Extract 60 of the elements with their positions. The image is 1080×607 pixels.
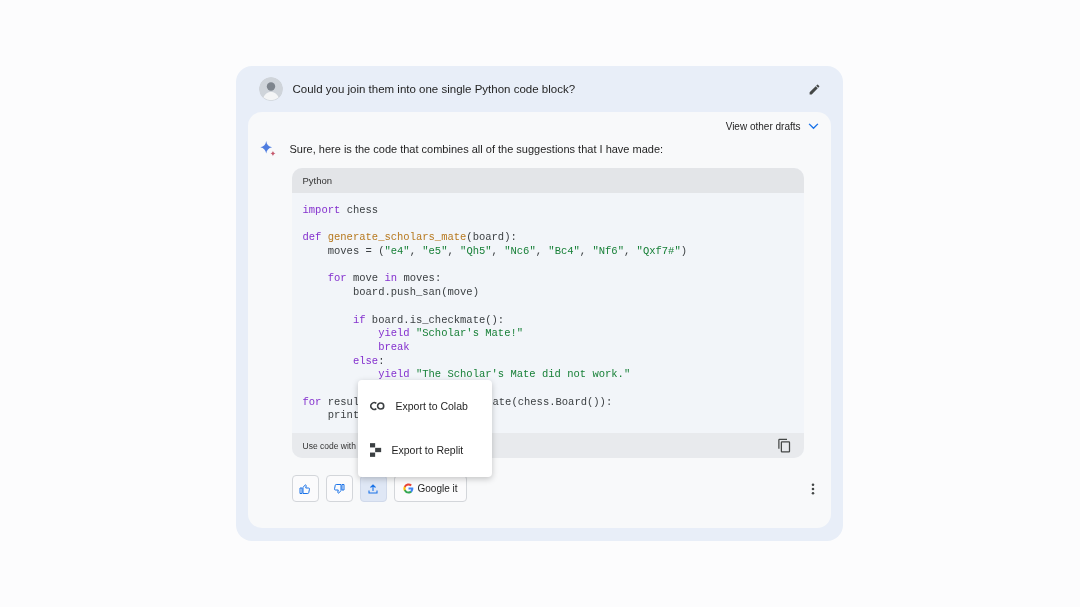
code-text: (board):: [466, 231, 517, 244]
edit-pencil-icon[interactable]: [807, 82, 821, 96]
code-keyword: for: [302, 395, 322, 408]
code-keyword: import: [302, 204, 341, 216]
code-keyword: def: [302, 231, 322, 244]
code-text: resul: [327, 395, 360, 408]
response-text: Sure, here is the code that combines all of the suggestions that I have made:: [289, 143, 664, 155]
double-ring-icon: [369, 400, 386, 411]
thumbs-down-icon: [333, 482, 345, 495]
code-text: board.is_checkmate():: [371, 313, 505, 326]
code-keyword: yield: [378, 368, 410, 381]
export-menu-item[interactable]: Export to Replit: [357, 437, 492, 464]
code-string: "Scholar's Mate!": [415, 327, 524, 340]
code-keyword: if: [352, 313, 366, 326]
code-text: ate(chess.Board()):: [492, 395, 613, 408]
code-language-label: Python: [302, 175, 333, 186]
code-text: ,: [491, 245, 499, 258]
code-footer-text: Use code with: [302, 440, 356, 451]
code-text: moves = (: [327, 245, 385, 258]
export-menu-item[interactable]: Export to Colab: [357, 393, 492, 418]
code-keyword: break: [378, 340, 410, 353]
copy-icon[interactable]: [776, 438, 792, 453]
code-string: "The Scholar's Mate did not work.": [415, 368, 631, 381]
blocks-icon: [369, 443, 382, 458]
code-string: "Bc4": [548, 245, 580, 258]
code-text: board.push_san(move): [352, 286, 479, 299]
prompt-text: Could you join them into one single Python code block?: [292, 83, 577, 95]
code-function-name: generate_scholars_mate: [327, 231, 467, 244]
chevron-down-icon: [807, 123, 819, 130]
code-string: "e5": [422, 245, 448, 258]
code-text: move: [352, 272, 380, 285]
code-text: :: [378, 354, 385, 367]
code-text: ,: [447, 245, 455, 258]
code-text: ,: [535, 245, 544, 258]
upload-icon: [367, 482, 379, 495]
g-logo-icon: [402, 483, 414, 494]
code-text: print: [327, 409, 360, 422]
code-text: ,: [624, 245, 632, 258]
code-text: moves:: [403, 272, 442, 285]
view-drafts-button[interactable]: View other drafts: [725, 121, 819, 132]
code-string: "Qxf7#": [636, 245, 681, 258]
code-keyword: in: [384, 272, 398, 285]
code-string: "Nc6": [504, 245, 536, 258]
code-text: ,: [409, 245, 417, 258]
sparkle-icon: [258, 140, 277, 158]
code-string: "e4": [384, 245, 410, 258]
thumbs-up-icon: [299, 482, 311, 495]
code-string: "Nf6": [592, 245, 624, 258]
user-avatar-icon: [258, 77, 283, 101]
code-text: ): [680, 245, 687, 258]
code-text: ,: [579, 245, 588, 258]
thumbs-up-button[interactable]: [291, 475, 319, 502]
thumbs-down-button[interactable]: [325, 475, 353, 502]
more-options-icon[interactable]: [810, 482, 815, 495]
code-keyword: yield: [378, 327, 410, 340]
code-keyword: for: [327, 272, 347, 285]
google-it-button[interactable]: Google it: [393, 475, 467, 502]
code-string: "Qh5": [460, 245, 492, 258]
code-keyword: else: [352, 354, 379, 367]
code-text: chess: [346, 204, 379, 216]
